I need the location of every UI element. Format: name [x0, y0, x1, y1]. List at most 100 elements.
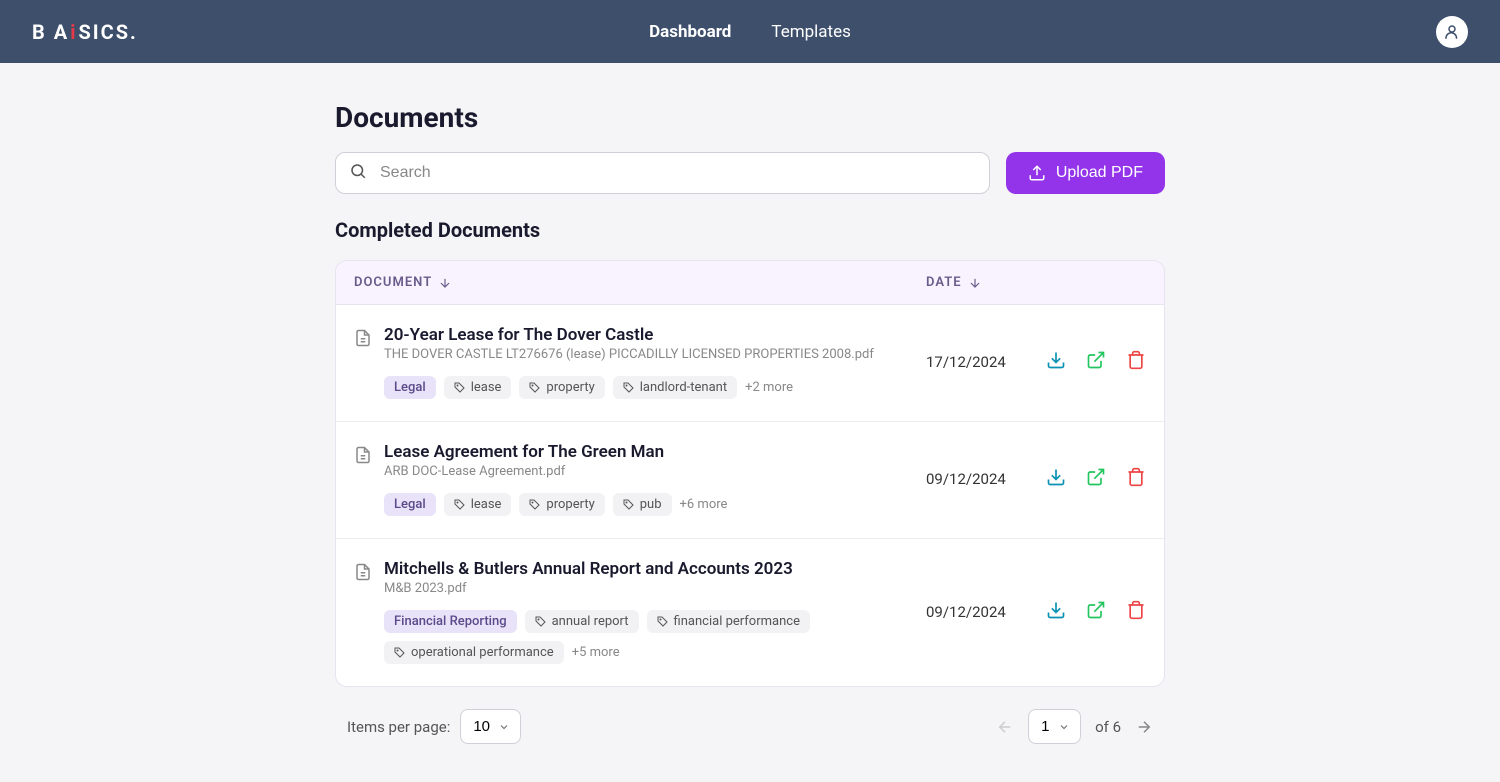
app-header: B AiSICS. Dashboard Templates [0, 0, 1500, 63]
delete-button[interactable] [1126, 600, 1146, 624]
documents-table: DOCUMENT DATE 20-Year Lease for The Dove… [335, 260, 1165, 687]
page-prev-button[interactable] [996, 718, 1014, 736]
tag-icon [529, 382, 541, 394]
doc-cell: 20-Year Lease for The Dover Castle THE D… [354, 325, 926, 399]
tag-icon [657, 616, 669, 628]
doc-title[interactable]: Lease Agreement for The Green Man [384, 442, 926, 462]
tag-icon [623, 382, 635, 394]
items-per-page-select[interactable]: 10 [460, 709, 521, 744]
trash-icon [1126, 600, 1146, 620]
actions-cell [1026, 442, 1146, 516]
tag-icon [535, 616, 547, 628]
trash-icon [1126, 467, 1146, 487]
tag-icon [623, 499, 635, 511]
tags-more[interactable]: +6 more [680, 497, 728, 512]
tag[interactable]: financial performance [647, 610, 810, 633]
download-button[interactable] [1046, 467, 1066, 491]
tag-icon [454, 382, 466, 394]
page-of-label: of 6 [1095, 718, 1121, 736]
main-nav: Dashboard Templates [649, 22, 851, 42]
sort-down-icon [438, 276, 452, 290]
sort-down-icon [968, 276, 982, 290]
tag[interactable]: property [519, 376, 604, 399]
actions-cell [1026, 325, 1146, 399]
table-row: Lease Agreement for The Green Man ARB DO… [336, 422, 1164, 539]
download-button[interactable] [1046, 600, 1066, 624]
page-title: Documents [335, 101, 1165, 134]
search-row: Upload PDF [335, 152, 1165, 194]
tag[interactable]: operational performance [384, 641, 564, 664]
file-icon [354, 329, 372, 399]
page-select[interactable]: 1 [1028, 709, 1081, 744]
doc-body: 20-Year Lease for The Dover Castle THE D… [384, 325, 926, 399]
th-document-label: DOCUMENT [354, 275, 432, 290]
user-icon [1443, 23, 1461, 41]
nav-dashboard[interactable]: Dashboard [649, 22, 731, 42]
tag-icon [529, 499, 541, 511]
search-input[interactable] [335, 152, 990, 194]
th-document[interactable]: DOCUMENT [354, 275, 926, 290]
delete-button[interactable] [1126, 350, 1146, 374]
upload-label: Upload PDF [1056, 164, 1143, 182]
tags: Financial Reporting annual report financ… [384, 610, 926, 664]
actions-cell [1026, 559, 1146, 664]
date-cell: 09/12/2024 [926, 442, 1026, 516]
primary-tag[interactable]: Legal [384, 493, 436, 516]
logo: B AiSICS. [32, 20, 138, 44]
upload-pdf-button[interactable]: Upload PDF [1006, 152, 1165, 194]
tag[interactable]: annual report [525, 610, 639, 633]
doc-body: Mitchells & Butlers Annual Report and Ac… [384, 559, 926, 664]
nav-templates[interactable]: Templates [771, 22, 851, 42]
date-cell: 09/12/2024 [926, 559, 1026, 664]
external-link-icon [1086, 600, 1106, 620]
tags: Legal lease property pub +6 more [384, 493, 926, 516]
items-per-page-label: Items per page: [347, 718, 450, 736]
table-header: DOCUMENT DATE [336, 261, 1164, 305]
download-button[interactable] [1046, 350, 1066, 374]
date-cell: 17/12/2024 [926, 325, 1026, 399]
primary-tag[interactable]: Financial Reporting [384, 610, 517, 633]
tag[interactable]: landlord-tenant [613, 376, 737, 399]
tag[interactable]: lease [444, 376, 512, 399]
main-content: Documents Upload PDF Completed Documents… [335, 63, 1165, 782]
tag[interactable]: property [519, 493, 604, 516]
page-next-button[interactable] [1135, 718, 1153, 736]
pagination: Items per page: 10 1 of 6 [335, 687, 1165, 744]
download-icon [1046, 350, 1066, 370]
tag-icon [454, 499, 466, 511]
external-link-icon [1086, 350, 1106, 370]
user-avatar[interactable] [1436, 16, 1468, 48]
open-button[interactable] [1086, 600, 1106, 624]
upload-icon [1028, 164, 1046, 182]
tag[interactable]: lease [444, 493, 512, 516]
page-nav: 1 of 6 [996, 709, 1153, 744]
completed-documents-heading: Completed Documents [335, 218, 1165, 242]
doc-filename: M&B 2023.pdf [384, 581, 926, 596]
doc-filename: ARB DOC-Lease Agreement.pdf [384, 464, 926, 479]
items-per-page: Items per page: 10 [347, 709, 521, 744]
search-icon [349, 162, 367, 184]
file-icon [354, 446, 372, 516]
table-row: Mitchells & Butlers Annual Report and Ac… [336, 539, 1164, 686]
doc-body: Lease Agreement for The Green Man ARB DO… [384, 442, 926, 516]
open-button[interactable] [1086, 467, 1106, 491]
tags-more[interactable]: +2 more [745, 380, 793, 395]
tag-icon [394, 647, 406, 659]
doc-filename: THE DOVER CASTLE LT276676 (lease) PICCAD… [384, 347, 926, 362]
trash-icon [1126, 350, 1146, 370]
search-wrap [335, 152, 990, 194]
tags: Legal lease property landlord-tenant +2 … [384, 376, 926, 399]
arrow-right-icon [1135, 718, 1153, 736]
primary-tag[interactable]: Legal [384, 376, 436, 399]
doc-title[interactable]: 20-Year Lease for The Dover Castle [384, 325, 926, 345]
doc-cell: Mitchells & Butlers Annual Report and Ac… [354, 559, 926, 664]
tag[interactable]: pub [613, 493, 672, 516]
delete-button[interactable] [1126, 467, 1146, 491]
doc-cell: Lease Agreement for The Green Man ARB DO… [354, 442, 926, 516]
th-date[interactable]: DATE [926, 275, 1146, 290]
open-button[interactable] [1086, 350, 1106, 374]
download-icon [1046, 600, 1066, 620]
doc-title[interactable]: Mitchells & Butlers Annual Report and Ac… [384, 559, 926, 579]
table-row: 20-Year Lease for The Dover Castle THE D… [336, 305, 1164, 422]
tags-more[interactable]: +5 more [572, 645, 620, 660]
